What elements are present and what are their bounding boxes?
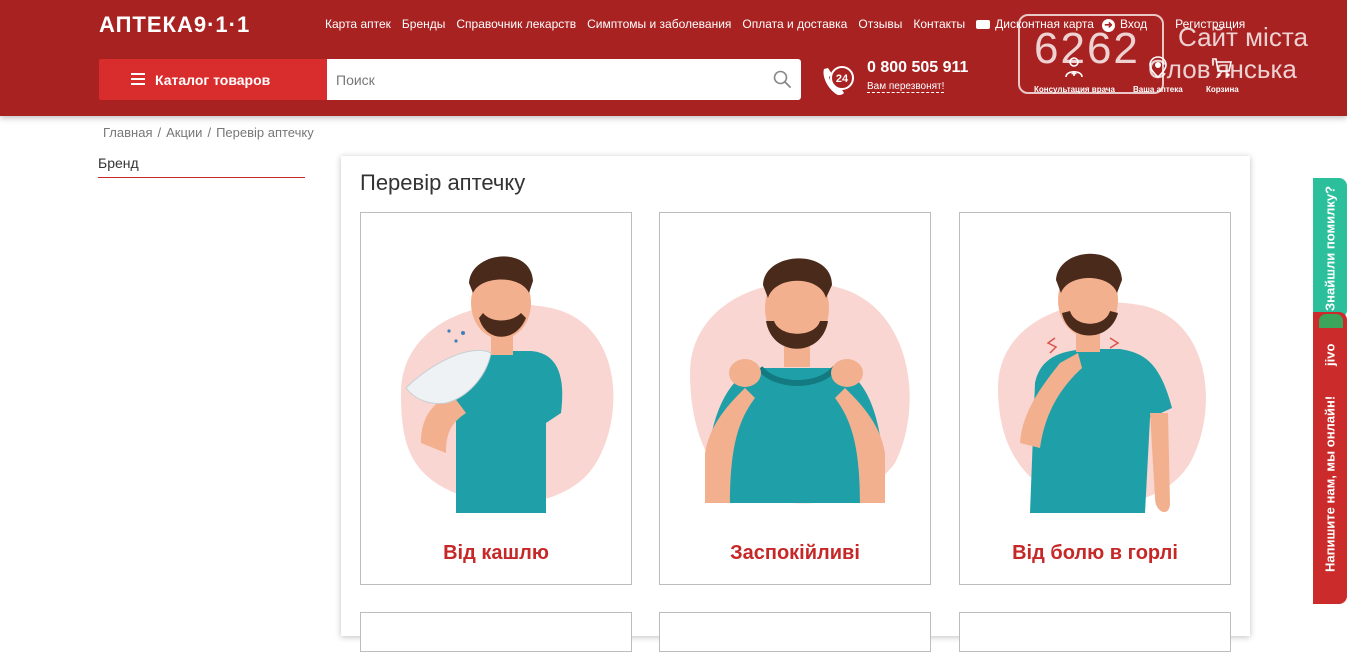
callback-link[interactable]: Вам перезвонят!: [867, 81, 945, 93]
search-input[interactable]: [327, 59, 747, 100]
brand-filter[interactable]: Бренд: [98, 155, 305, 178]
breadcrumb-separator: /: [157, 125, 162, 140]
phone-number[interactable]: 0 800 505 911: [867, 59, 968, 77]
category-card[interactable]: [659, 612, 931, 652]
jivo-chat-label: Напишите нам, мы онлайн!: [1322, 396, 1338, 573]
register-link[interactable]: Регистрация: [1175, 17, 1245, 32]
doctor-consult-label: Консультация врача: [1034, 85, 1115, 94]
nav-link-payment-delivery[interactable]: Оплата и доставка: [742, 17, 847, 31]
jivo-chat-tab[interactable]: Напишите нам, мы онлайн! jivo: [1313, 312, 1347, 604]
login-icon: ➜: [1102, 19, 1115, 32]
jivo-brand-label: jivo: [1322, 343, 1338, 367]
category-card[interactable]: [959, 612, 1231, 652]
category-label: Від болю в горлі: [1012, 542, 1178, 564]
discount-card-label: Дисконтная карта: [995, 17, 1094, 31]
doctor-consult-button[interactable]: Консультация врача: [1034, 55, 1115, 94]
report-error-tab[interactable]: Знайшли помилку?: [1313, 178, 1347, 318]
category-card-calm[interactable]: Заспокійливі: [659, 212, 931, 585]
man-sore-throat-illustration: [998, 253, 1206, 513]
cart-icon: [1212, 58, 1233, 77]
category-label: Від кашлю: [443, 542, 549, 564]
site-header: АПТЕКА9·1·1 Карта аптек Бренды Справочни…: [0, 0, 1347, 116]
phone-24-icon: 24: [823, 66, 854, 96]
search-bar: [327, 59, 801, 100]
doctor-icon: [1065, 57, 1084, 78]
category-label: Заспокійливі: [730, 542, 860, 564]
category-card[interactable]: [360, 612, 632, 652]
search-icon[interactable]: [773, 70, 791, 88]
login-label: Вход: [1120, 17, 1148, 31]
breadcrumb-home[interactable]: Главная: [103, 125, 152, 140]
nav-link-contacts[interactable]: Контакты: [913, 17, 965, 31]
category-card-cough[interactable]: Від кашлю: [360, 212, 632, 585]
nav-link-drug-reference[interactable]: Справочник лекарств: [456, 17, 576, 31]
card-icon: [976, 20, 991, 29]
your-pharmacy-label: Ваша аптека: [1133, 85, 1183, 94]
catalog-button-label: Каталог товаров: [155, 71, 271, 88]
catalog-button[interactable]: Каталог товаров: [99, 59, 327, 100]
man-coughing-illustration: [401, 256, 614, 513]
menu-icon: [131, 73, 145, 85]
nav-link-reviews[interactable]: Отзывы: [858, 17, 902, 31]
auth-links: ➜ Вход Регистрация: [1102, 17, 1245, 32]
breadcrumb: Главная / Акции / Перевір аптечку: [103, 125, 314, 140]
nav-link-symptoms[interactable]: Симптомы и заболевания: [587, 17, 731, 31]
nav-link-pharmacy-map[interactable]: Карта аптек: [325, 17, 391, 31]
jivo-status-indicator: [1319, 314, 1343, 328]
nav-link-discount-card[interactable]: Дисконтная карта: [976, 17, 1094, 31]
main-panel: Перевір аптечку Від кашлю Заспокійливі В…: [341, 156, 1250, 652]
cart-button[interactable]: Корзина: [1206, 55, 1239, 94]
category-card-sore-throat[interactable]: Від болю в горлі: [959, 212, 1231, 585]
cart-label: Корзина: [1206, 85, 1239, 94]
man-calm-illustration: [690, 258, 910, 504]
page-title: Перевір аптечку: [360, 170, 526, 195]
phone-badge-text: 24: [836, 73, 849, 85]
logo[interactable]: АПТЕКА9·1·1: [99, 12, 250, 38]
top-navigation: Карта аптек Бренды Справочник лекарств С…: [325, 17, 1094, 31]
nav-link-brands[interactable]: Бренды: [402, 17, 445, 31]
breadcrumb-current: Перевір аптечку: [216, 125, 314, 140]
breadcrumb-separator: /: [207, 125, 212, 140]
login-link[interactable]: ➜ Вход: [1102, 17, 1147, 32]
breadcrumb-promotions[interactable]: Акции: [166, 125, 202, 140]
your-pharmacy-button[interactable]: Ваша аптека: [1133, 55, 1183, 94]
map-pin-icon: [1149, 56, 1167, 79]
